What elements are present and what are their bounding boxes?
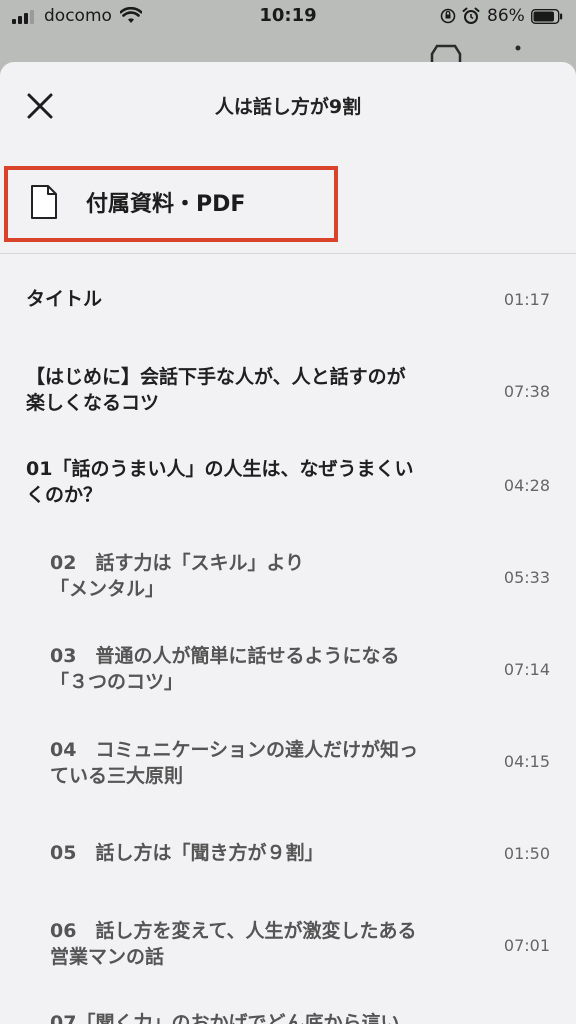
car-icon — [430, 44, 462, 62]
chapter-duration: 04:28 — [503, 476, 550, 495]
orientation-lock-icon — [440, 8, 456, 24]
wifi-icon — [120, 7, 142, 23]
chapter-duration: 07:14 — [503, 660, 550, 679]
close-icon[interactable] — [20, 86, 60, 126]
chapter-title: 06 話し方を変えて、人生が激変したある 営業マンの話 — [50, 920, 417, 968]
pdf-label: 付属資料・PDF — [86, 192, 246, 217]
sheet-title: 人は話し方が9割 — [214, 96, 362, 118]
chapter-title: 03 普通の人が簡単に話せるようになる 「３つのコツ」 — [50, 645, 400, 693]
chapter-item[interactable]: 07「聞く力」のおかげでどん底から這い — [0, 998, 576, 1024]
chapter-duration: 07:01 — [503, 936, 550, 955]
chapter-duration: 04:15 — [503, 752, 550, 771]
alarm-icon — [462, 7, 480, 24]
sheet-header: 人は話し方が9割 — [0, 62, 576, 150]
chapter-title: タイトル — [26, 288, 103, 310]
chapter-duration: 01:50 — [503, 844, 550, 863]
chapter-item[interactable]: 01「話のうまい人」の人生は、なぜうまくい くのか？ 04:28 — [0, 446, 576, 526]
chapter-duration: 07:38 — [503, 382, 550, 401]
chapter-item[interactable]: 04 コミュニケーションの達人だけが知っ ている三大原則 04:15 — [0, 726, 576, 806]
chapter-title: 01「話のうまい人」の人生は、なぜうまくい くのか？ — [26, 458, 414, 506]
battery-icon — [531, 9, 563, 24]
chapter-item[interactable]: 03 普通の人が簡単に話せるようになる 「３つのコツ」 07:14 — [0, 634, 576, 714]
chapter-title: 02 話す力は「スキル」より 「メンタル」 — [50, 552, 305, 600]
chapter-title: 【はじめに】会話下手な人が、人と話すのが 楽しくなるコツ — [26, 366, 406, 414]
chapter-sheet: 人は話し方が9割 付属資料・PDF タイトル 01:17 【はじめに】会話下手な… — [0, 62, 576, 1024]
status-bar: docomo 10:19 86% — [0, 0, 576, 34]
chapter-item[interactable]: 【はじめに】会話下手な人が、人と話すのが 楽しくなるコツ 07:38 — [0, 352, 576, 432]
chapter-item[interactable]: 02 話す力は「スキル」より 「メンタル」 05:33 — [0, 540, 576, 620]
divider — [0, 253, 576, 254]
chapter-item[interactable]: タイトル 01:17 — [0, 272, 576, 328]
chapter-item[interactable]: 05 話し方は「聞き方が９割」 01:50 — [0, 828, 576, 888]
document-icon — [31, 185, 57, 219]
chapter-title: 05 話し方は「聞き方が９割」 — [50, 842, 324, 864]
chapter-title: 04 コミュニケーションの達人だけが知っ ている三大原則 — [50, 739, 419, 787]
chapter-title: 07「聞く力」のおかげでどん底から這い — [50, 1012, 400, 1024]
more-icon — [515, 45, 521, 51]
chapter-duration: 01:17 — [503, 290, 550, 309]
carrier-name: docomo — [44, 6, 112, 26]
battery-percent: 86% — [487, 6, 525, 26]
chapter-item[interactable]: 06 話し方を変えて、人生が激変したある 営業マンの話 07:01 — [0, 908, 576, 988]
chapter-duration: 05:33 — [503, 568, 550, 587]
cellular-signal-icon — [12, 10, 38, 24]
